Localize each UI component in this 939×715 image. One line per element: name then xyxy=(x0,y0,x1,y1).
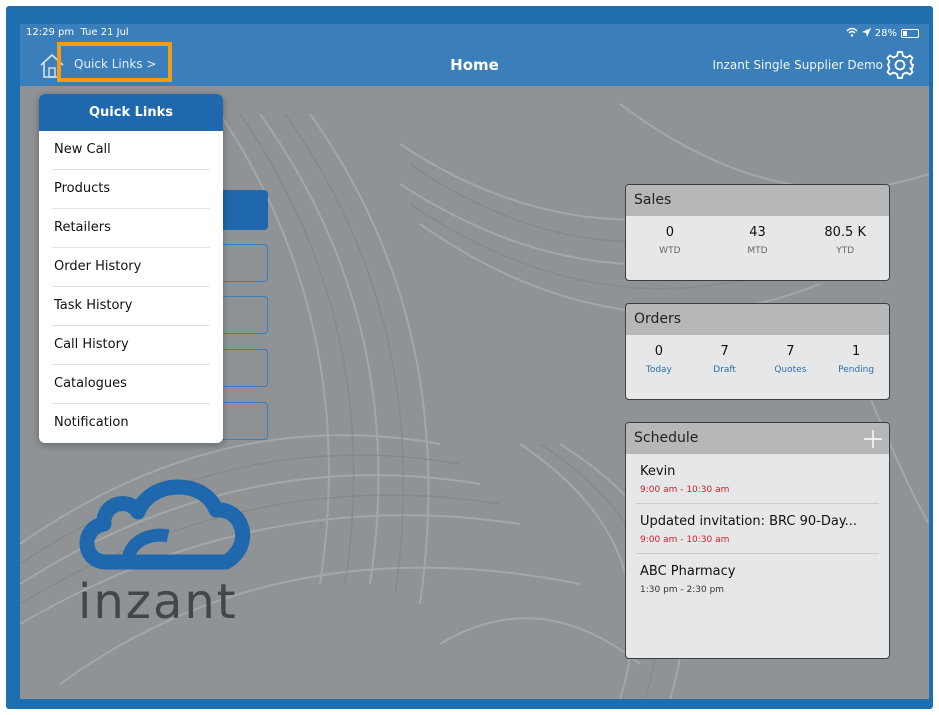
top-bar: 12:29 pm Tue 21 Jul 28% Quick Links > Ho… xyxy=(20,24,929,86)
sales-stat-wtd[interactable]: 0 WTD xyxy=(626,216,714,256)
schedule-title: Schedule xyxy=(634,430,699,446)
status-bar-right: 28% xyxy=(846,27,919,40)
schedule-item-time: 9:00 am - 10:30 am xyxy=(640,535,730,545)
location-icon xyxy=(861,27,871,40)
menu-item-order-history[interactable]: Order History xyxy=(52,248,210,287)
sales-panel-title: Sales xyxy=(626,185,889,216)
stat-label: Pending xyxy=(838,365,875,375)
stat-label: Today xyxy=(645,365,672,375)
schedule-item[interactable]: ABC Pharmacy 1:30 pm - 2:30 pm xyxy=(636,554,879,603)
stat-value: 7 xyxy=(720,344,729,359)
orders-stat-pending[interactable]: 1 Pending xyxy=(823,335,889,375)
quick-links-popover-title: Quick Links xyxy=(39,94,223,131)
stat-label: Quotes xyxy=(774,365,807,375)
schedule-item[interactable]: Updated invitation: BRC 90-Day... 9:00 a… xyxy=(636,504,879,554)
stat-label: Draft xyxy=(713,365,736,375)
wifi-icon xyxy=(846,27,858,40)
status-time: 12:29 pm xyxy=(26,27,75,38)
schedule-item-time: 9:00 am - 10:30 am xyxy=(640,485,730,495)
orders-panel[interactable]: Orders 0 Today 7 Draft 7 Quotes 1 Pendin… xyxy=(625,303,890,400)
plus-icon[interactable] xyxy=(863,429,883,449)
menu-item-task-history[interactable]: Task History xyxy=(52,287,210,326)
sales-stats: 0 WTD 43 MTD 80.5 K YTD xyxy=(626,216,889,256)
menu-item-notification[interactable]: Notification xyxy=(52,404,210,442)
schedule-item-title: ABC Pharmacy xyxy=(640,564,736,579)
app-screen: 12:29 pm Tue 21 Jul 28% Quick Links > Ho… xyxy=(20,24,929,699)
schedule-item-title: Kevin xyxy=(640,464,676,479)
device-frame: 12:29 pm Tue 21 Jul 28% Quick Links > Ho… xyxy=(6,6,933,709)
orders-stats: 0 Today 7 Draft 7 Quotes 1 Pending xyxy=(626,335,889,375)
stat-value: 1 xyxy=(851,344,861,359)
schedule-item-title: Updated invitation: BRC 90-Day... xyxy=(640,514,858,529)
inzant-logo-icon xyxy=(79,479,251,570)
schedule-panel-title: Schedule xyxy=(626,423,889,454)
stat-value: 7 xyxy=(786,344,795,359)
stat-value: 80.5 K xyxy=(824,225,866,240)
orders-stat-today[interactable]: 0 Today xyxy=(626,335,692,375)
sales-panel[interactable]: Sales 0 WTD 43 MTD 80.5 K YTD xyxy=(625,184,890,281)
stat-value: 0 xyxy=(665,225,674,240)
menu-item-products[interactable]: Products xyxy=(52,170,210,209)
schedule-item[interactable]: Kevin 9:00 am - 10:30 am xyxy=(636,454,879,504)
menu-item-retailers[interactable]: Retailers xyxy=(52,209,210,248)
status-date: Tue 21 Jul xyxy=(80,27,129,38)
schedule-panel: Schedule Kevin 9:00 am - 10:30 am Update… xyxy=(625,422,890,659)
quick-links-popover: Quick Links New Call Products Retailers … xyxy=(39,94,223,443)
battery-percent: 28% xyxy=(874,28,897,39)
battery-icon xyxy=(901,29,919,38)
sales-stat-mtd[interactable]: 43 MTD xyxy=(714,216,802,256)
gear-icon[interactable] xyxy=(885,50,915,80)
orders-stat-draft[interactable]: 7 Draft xyxy=(692,335,758,375)
orders-panel-title: Orders xyxy=(626,304,889,335)
stat-label: WTD xyxy=(659,246,681,256)
schedule-item-time: 1:30 pm - 2:30 pm xyxy=(640,585,725,595)
battery-fill xyxy=(903,31,907,36)
supplier-name[interactable]: Inzant Single Supplier Demo xyxy=(712,58,883,72)
menu-item-call-history[interactable]: Call History xyxy=(52,326,210,365)
stat-label: YTD xyxy=(836,246,855,256)
sales-stat-ytd[interactable]: 80.5 K YTD xyxy=(801,216,889,256)
stat-value: 43 xyxy=(749,225,766,240)
status-bar-left: 12:29 pm Tue 21 Jul xyxy=(26,27,129,38)
menu-item-new-call[interactable]: New Call xyxy=(52,131,210,170)
stat-value: 0 xyxy=(654,344,664,359)
orders-stat-quotes[interactable]: 7 Quotes xyxy=(758,335,824,375)
inzant-logo-text: inzant xyxy=(78,574,238,630)
stat-label: MTD xyxy=(747,246,768,256)
menu-item-catalogues[interactable]: Catalogues xyxy=(52,365,210,404)
